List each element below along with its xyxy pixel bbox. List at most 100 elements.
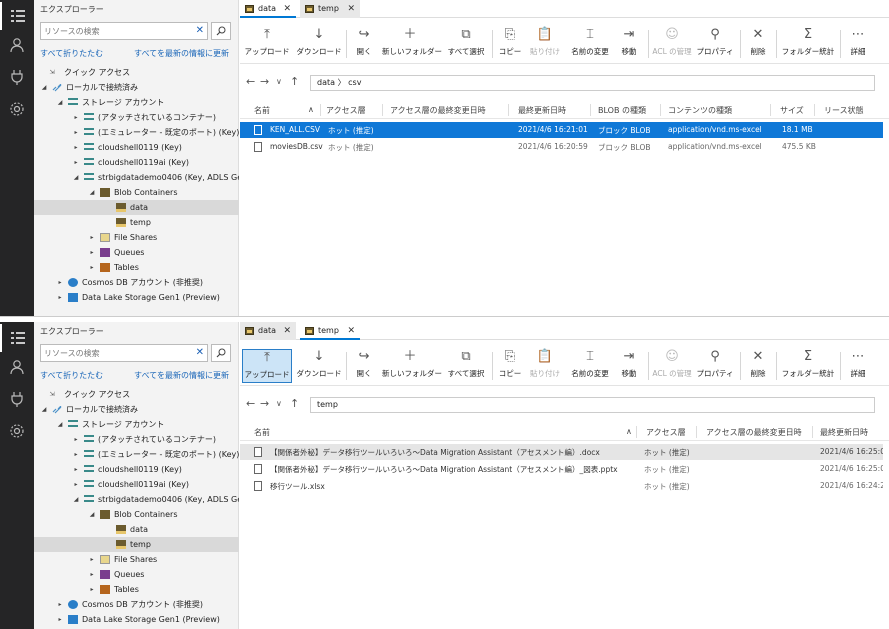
tree-quick-access[interactable]: ⇲ クイック アクセス [34,65,239,80]
properties-button[interactable]: ⚲ プロパティ [696,27,734,61]
tree-cosmos[interactable]: ▸ Cosmos DB アカウント (非推奨) [34,275,239,290]
column-divider[interactable] [636,426,637,438]
tree-local-attached[interactable]: ◢ ローカルで接続済み [34,80,239,95]
chevron-down-icon[interactable]: ∨ [276,399,282,408]
upload-button[interactable]: ⤒ アップロード [242,27,292,61]
tab-temp[interactable]: temp ✕ [300,322,360,340]
column-divider[interactable] [660,104,661,116]
table-row[interactable]: moviesDB.csv ホット (推定) 2021/4/6 16:20:59 … [240,139,883,155]
table-row[interactable]: 【関係者外秘】データ移行ツールいろいろ～Data Migration Assis… [240,444,883,460]
refresh-all-link[interactable]: すべてを最新の情報に更新 [134,48,229,59]
table-row[interactable]: 【関係者外秘】データ移行ツールいろいろ～Data Migration Assis… [240,461,883,477]
tree-temp[interactable]: temp [34,537,239,552]
collapse-all-link[interactable]: すべて折りたたむ [40,370,103,381]
forward-icon[interactable]: → [260,75,269,88]
column-header-modified[interactable]: 最終更新日時 [820,427,868,438]
tree-storage-accounts[interactable]: ◢ ストレージ アカウント [34,417,239,432]
tab-data[interactable]: data ✕ [240,0,296,18]
move-button[interactable]: ⇥ 移動 [616,27,642,61]
tree-storage-accounts[interactable]: ◢ ストレージ アカウント [34,95,239,110]
account-button[interactable] [0,31,34,59]
new-folder-button[interactable]: ＋ 新しいフォルダー [382,349,442,383]
tab-temp[interactable]: temp ✕ [300,0,360,18]
copy-button[interactable]: ⎘ コピー [496,349,524,383]
back-icon[interactable]: ← [246,75,255,88]
tree-cloudshell0119ai[interactable]: ▸ cloudshell0119ai (Key) [34,477,239,492]
tree-temp[interactable]: temp [34,215,239,230]
settings-button[interactable] [0,417,34,445]
close-icon[interactable]: ✕ [283,0,291,18]
close-icon[interactable]: ✕ [347,322,355,340]
path-segment[interactable]: csv [348,78,361,87]
download-button[interactable]: ↓ ダウンロード [296,349,342,383]
column-divider[interactable] [770,104,771,116]
up-icon[interactable]: ↑ [290,397,299,410]
acl-button[interactable]: ☺ ACL の管理 [652,349,692,383]
tree-attached-containers[interactable]: ▸ (アタッチされているコンテナー) [34,110,239,125]
select-all-button[interactable]: ⧉ すべて選択 [444,349,488,383]
tree-cloudshell0119[interactable]: ▸ cloudshell0119 (Key) [34,140,239,155]
tree-tables[interactable]: ▸ Tables [34,582,239,597]
tree-data[interactable]: data [34,522,239,537]
table-row[interactable]: KEN_ALL.CSV ホット (推定) 2021/4/6 16:21:01 ブ… [240,122,883,138]
tree-cosmos[interactable]: ▸ Cosmos DB アカウント (非推奨) [34,597,239,612]
tree-file-shares[interactable]: ▸ File Shares [34,230,239,245]
path-segment[interactable]: temp [317,400,338,409]
rename-button[interactable]: ⌶ 名前の変更 [568,27,612,61]
column-divider[interactable] [320,104,321,116]
open-button[interactable]: ↪ 開く [350,27,378,61]
path-segment[interactable]: data [317,78,335,87]
search-button[interactable] [211,344,231,362]
settings-button[interactable] [0,95,34,123]
tree-file-shares[interactable]: ▸ File Shares [34,552,239,567]
connect-button[interactable] [0,63,34,91]
tree-strbigdata[interactable]: ◢strbigdatademo0406 (Key, ADLS Gen2) [34,170,239,185]
copy-button[interactable]: ⎘ コピー [496,27,524,61]
column-header-lease[interactable]: リース状態 [824,105,864,116]
clear-icon[interactable]: ✕ [196,347,204,358]
tree-attached-containers[interactable]: ▸ (アタッチされているコンテナー) [34,432,239,447]
tree-quick-access[interactable]: ⇲ クイック アクセス [34,387,239,402]
tree-strbigdata[interactable]: ◢strbigdatademo0406 (Key, ADLS Gen2) [34,492,239,507]
column-header-tier-modified[interactable]: アクセス層の最終変更日時 [706,427,802,438]
forward-icon[interactable]: → [260,397,269,410]
close-icon[interactable]: ✕ [347,0,355,18]
tree-queues[interactable]: ▸ Queues [34,567,239,582]
column-divider[interactable] [382,104,383,116]
explorer-view-button[interactable] [0,324,34,352]
column-divider[interactable] [696,426,697,438]
column-header-tier[interactable]: アクセス層 [646,427,686,438]
delete-button[interactable]: ✕ 削除 [746,27,770,61]
column-header-name[interactable]: 名前 [254,427,270,438]
search-button[interactable] [211,22,231,40]
tree-datalake[interactable]: ▸ Data Lake Storage Gen1 (Preview) [34,612,239,627]
column-divider[interactable] [814,104,815,116]
refresh-all-link[interactable]: すべてを最新の情報に更新 [134,370,229,381]
open-button[interactable]: ↪ 開く [350,349,378,383]
paste-button[interactable]: 📋 貼り付け [528,349,562,383]
column-header-name[interactable]: 名前 [254,105,270,116]
more-button[interactable]: ⋯ 詳細 [846,27,870,61]
column-divider[interactable] [812,426,813,438]
close-icon[interactable]: ✕ [283,322,291,340]
column-header-size[interactable]: サイズ [780,105,804,116]
collapse-all-link[interactable]: すべて折りたたむ [40,48,103,59]
connect-button[interactable] [0,385,34,413]
column-header-tier[interactable]: アクセス層 [326,105,366,116]
folder-stats-button[interactable]: Σ フォルダー統計 [780,27,836,61]
upload-button[interactable]: ⤒ アップロード [242,349,292,383]
tree-emulator[interactable]: ▸ (エミュレーター - 既定のポート) (Key) [34,125,239,140]
back-icon[interactable]: ← [246,397,255,410]
up-icon[interactable]: ↑ [290,75,299,88]
tree-blob-containers[interactable]: ◢ Blob Containers [34,507,239,522]
folder-stats-button[interactable]: Σ フォルダー統計 [780,349,836,383]
path-bar[interactable]: temp [310,397,875,413]
column-divider[interactable] [508,104,509,116]
tree-cloudshell0119[interactable]: ▸ cloudshell0119 (Key) [34,462,239,477]
tree-queues[interactable]: ▸ Queues [34,245,239,260]
paste-button[interactable]: 📋 貼り付け [528,27,562,61]
column-header-content-type[interactable]: コンテンツの種類 [668,105,732,116]
properties-button[interactable]: ⚲ プロパティ [696,349,734,383]
column-header-tier-modified[interactable]: アクセス層の最終変更日時 [390,105,486,116]
more-button[interactable]: ⋯ 詳細 [846,349,870,383]
